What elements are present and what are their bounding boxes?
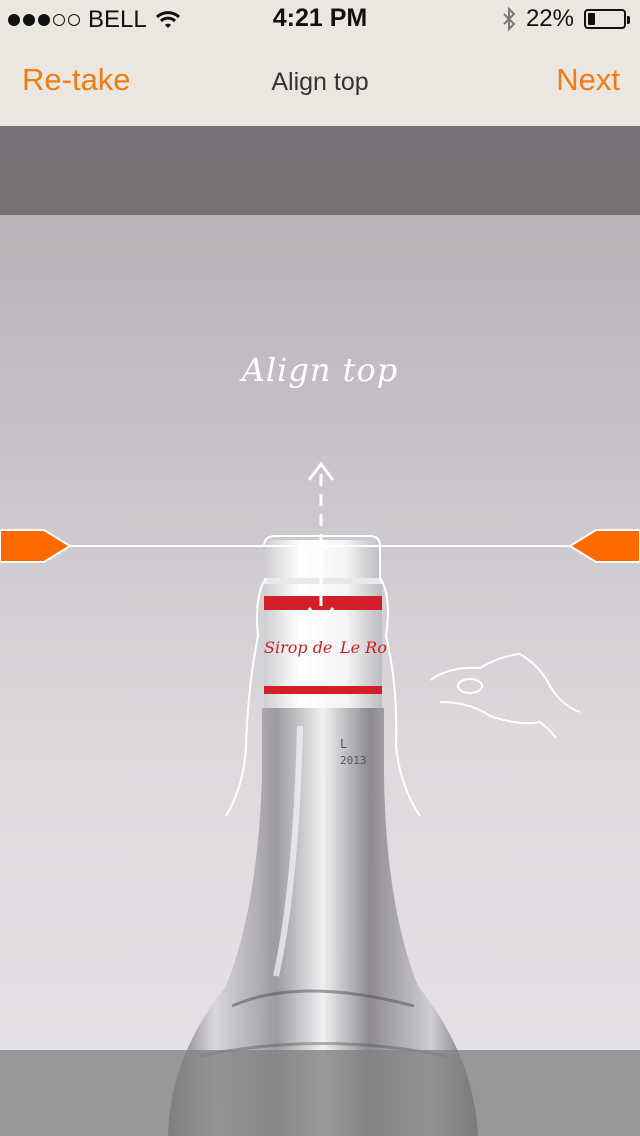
top-shade (0, 126, 640, 215)
left-handle[interactable] (0, 529, 72, 563)
battery-level (588, 13, 595, 25)
drag-hand-icon (429, 653, 581, 739)
batch-code-1: L (340, 737, 347, 751)
photo-preview: Sirop de Le Ro L 2013 Align top (0, 126, 640, 1136)
batch-code-2: 2013 (340, 754, 367, 767)
bluetooth-icon (503, 7, 516, 31)
label-text-right: Le Ro (339, 638, 387, 657)
battery-icon (584, 9, 630, 29)
label-text-left: Sirop de (264, 638, 332, 657)
status-right: 22% (502, 5, 630, 33)
nav-title: Align top (271, 68, 369, 96)
status-bar: BELL 4:21 PM 22% (0, 0, 640, 40)
next-button[interactable]: Next (556, 62, 620, 98)
right-handle[interactable] (568, 529, 640, 563)
screen: BELL 4:21 PM 22% Re-take Align top Next (0, 0, 640, 1136)
instruction-text: Align top (241, 351, 399, 389)
bottle-photo: Sirop de Le Ro L 2013 (0, 461, 640, 1136)
battery-percent: 22% (525, 5, 574, 32)
bottom-shade (0, 1050, 640, 1136)
navigation-bar: Re-take Align top Next (0, 40, 640, 126)
